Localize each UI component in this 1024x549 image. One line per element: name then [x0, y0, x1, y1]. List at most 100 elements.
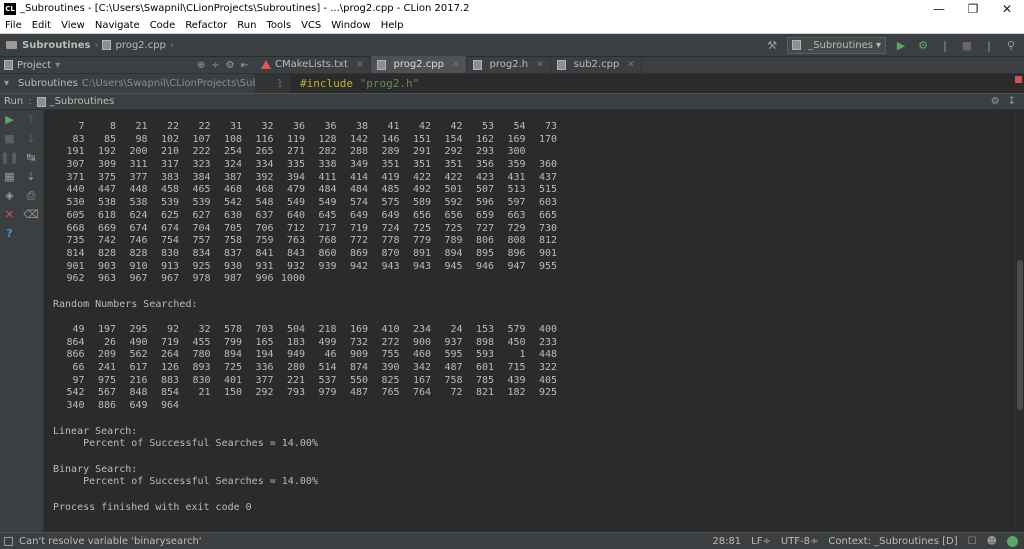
- console-scrollbar[interactable]: [1015, 110, 1024, 532]
- run-panel-label[interactable]: Run: [4, 96, 23, 107]
- code-line[interactable]: #include "prog2.h": [291, 77, 419, 90]
- console-number: 772: [349, 235, 368, 247]
- console-number: 501: [444, 184, 463, 196]
- event-log-icon[interactable]: [1007, 535, 1018, 547]
- console-number: 513: [507, 184, 526, 196]
- binary-search-result: Percent of Successful Searches = 14.00%: [53, 476, 318, 488]
- lock-icon[interactable]: ☐: [968, 536, 977, 547]
- help-icon[interactable]: ?: [0, 224, 19, 243]
- run-tab-label[interactable]: _Subroutines: [50, 96, 115, 107]
- menu-item-run[interactable]: Run: [232, 20, 261, 31]
- tab-prog2-h[interactable]: prog2.h ✕: [467, 56, 551, 73]
- breadcrumb-file[interactable]: prog2.cpp: [115, 40, 165, 51]
- build-icon[interactable]: ⚒: [765, 38, 779, 52]
- up-arrow-icon[interactable]: ↑: [19, 110, 43, 129]
- error-stripe-icon[interactable]: [1015, 76, 1022, 83]
- close-tab-icon[interactable]: ✕: [627, 60, 635, 70]
- close-tab-icon[interactable]: ✕: [356, 60, 364, 70]
- resolve-context[interactable]: Context: _Subroutines [D]: [828, 536, 957, 547]
- hide-icon[interactable]: ↧: [1008, 96, 1016, 107]
- close-window-button[interactable]: ✕: [990, 0, 1024, 17]
- console-number: 200: [129, 146, 148, 158]
- window-title: _Subroutines - [C:\Users\Swapnil\CLionPr…: [20, 3, 470, 14]
- tool-windows-icon[interactable]: [4, 536, 13, 546]
- close-tab-icon[interactable]: ✕: [452, 60, 460, 70]
- menu-item-refactor[interactable]: Refactor: [180, 20, 232, 31]
- console-number: 400: [538, 324, 557, 335]
- gear-icon[interactable]: ⚙: [226, 60, 235, 71]
- line-separator[interactable]: LF÷: [751, 536, 771, 547]
- menu-item-vcs[interactable]: VCS: [296, 20, 326, 31]
- title-bar: CL _Subroutines - [C:\Users\Swapnil\CLio…: [0, 0, 1024, 17]
- scrollbar-thumb[interactable]: [1017, 260, 1023, 410]
- stop-icon[interactable]: ■: [0, 129, 19, 148]
- menu-item-tools[interactable]: Tools: [261, 20, 296, 31]
- project-panel-title[interactable]: Project: [17, 60, 51, 71]
- restore-layout-icon[interactable]: ▦: [0, 167, 19, 186]
- console-number: 967: [129, 273, 148, 285]
- menu-item-code[interactable]: Code: [145, 20, 181, 31]
- console-number-row: 66 241 617 126 893 725 336 280 514 874 390 342 487 60…: [53, 362, 1015, 375]
- inspector-icon[interactable]: ☻: [987, 536, 997, 547]
- console-number: 504: [286, 324, 305, 335]
- console-number: 405: [538, 374, 557, 386]
- console-number: 128: [318, 133, 337, 145]
- console-number: 108: [223, 133, 242, 145]
- console-number: 431: [507, 171, 526, 183]
- hide-icon[interactable]: ⇤: [241, 60, 249, 71]
- chevron-down-icon[interactable]: ▾: [55, 60, 60, 71]
- scroll-to-end-icon[interactable]: ⇣: [19, 167, 43, 186]
- menu-item-edit[interactable]: Edit: [27, 20, 56, 31]
- file-encoding[interactable]: UTF-8÷: [781, 536, 819, 547]
- menu-item-help[interactable]: Help: [376, 20, 409, 31]
- chevron-down-icon: ▾: [875, 39, 881, 51]
- pin-icon[interactable]: ◈: [0, 186, 19, 205]
- minimize-button[interactable]: —: [922, 0, 956, 17]
- console-number: 468: [223, 184, 242, 196]
- menu-item-file[interactable]: File: [0, 20, 27, 31]
- debug-icon[interactable]: ⚙: [916, 38, 930, 52]
- soft-wrap-icon[interactable]: ↹: [19, 148, 43, 167]
- console-number: 605: [66, 209, 85, 221]
- run-configuration-select[interactable]: _Subroutines ▾: [787, 36, 886, 54]
- console-number: 349: [349, 159, 368, 171]
- expand-arrow-icon[interactable]: ▾: [4, 78, 9, 89]
- console-number: 515: [538, 184, 557, 196]
- exit-message: Process finished with exit code 0: [53, 501, 252, 513]
- print-icon[interactable]: ⎙: [19, 186, 43, 205]
- console-number: 392: [255, 171, 274, 183]
- tab-prog2-cpp[interactable]: prog2.cpp ✕: [370, 56, 467, 73]
- console-number: 455: [192, 336, 211, 348]
- search-icon[interactable]: ⚲: [1004, 38, 1018, 52]
- console-output[interactable]: 7 8 21 22 22 31 32 36 36 38 41 42 42 53 54 73 83 85 98 102 1…: [45, 110, 1015, 532]
- breadcrumb-project[interactable]: Subroutines: [22, 40, 90, 51]
- run-separator: :: [28, 96, 32, 107]
- tab-cmakelists[interactable]: CMakeLists.txt ✕: [255, 56, 371, 73]
- close-tab-icon[interactable]: ✕: [536, 60, 544, 70]
- rerun-icon[interactable]: ▶: [0, 110, 19, 129]
- console-number: 589: [412, 197, 431, 209]
- code-editor[interactable]: 1 #include "prog2.h": [255, 74, 1024, 93]
- close-icon[interactable]: ✕: [0, 205, 19, 224]
- console-number: 567: [97, 387, 116, 399]
- tab-sub2-cpp[interactable]: sub2.cpp ✕: [551, 56, 642, 73]
- menu-item-window[interactable]: Window: [326, 20, 375, 31]
- console-number: 8: [109, 121, 116, 132]
- target-icon[interactable]: ⊕: [197, 60, 205, 71]
- collapse-icon[interactable]: ÷: [211, 60, 219, 71]
- console-number: 659: [475, 209, 494, 221]
- maximize-button[interactable]: ❐: [956, 0, 990, 17]
- project-root-item[interactable]: Subroutines: [18, 78, 78, 89]
- run-icon[interactable]: ▶: [894, 38, 908, 52]
- menu-item-view[interactable]: View: [56, 20, 90, 31]
- console-number: 542: [223, 197, 242, 209]
- menu-item-navigate[interactable]: Navigate: [90, 20, 145, 31]
- console-number: 909: [349, 349, 368, 361]
- clear-all-icon[interactable]: ⌫: [19, 205, 43, 224]
- stop-icon[interactable]: ■: [960, 38, 974, 52]
- console-number: 360: [538, 159, 557, 171]
- caret-position[interactable]: 28:81: [712, 536, 741, 547]
- gear-icon[interactable]: ⚙: [991, 96, 1000, 107]
- pause-icon[interactable]: ❚❚: [0, 148, 19, 167]
- down-arrow-icon[interactable]: ↓: [19, 129, 43, 148]
